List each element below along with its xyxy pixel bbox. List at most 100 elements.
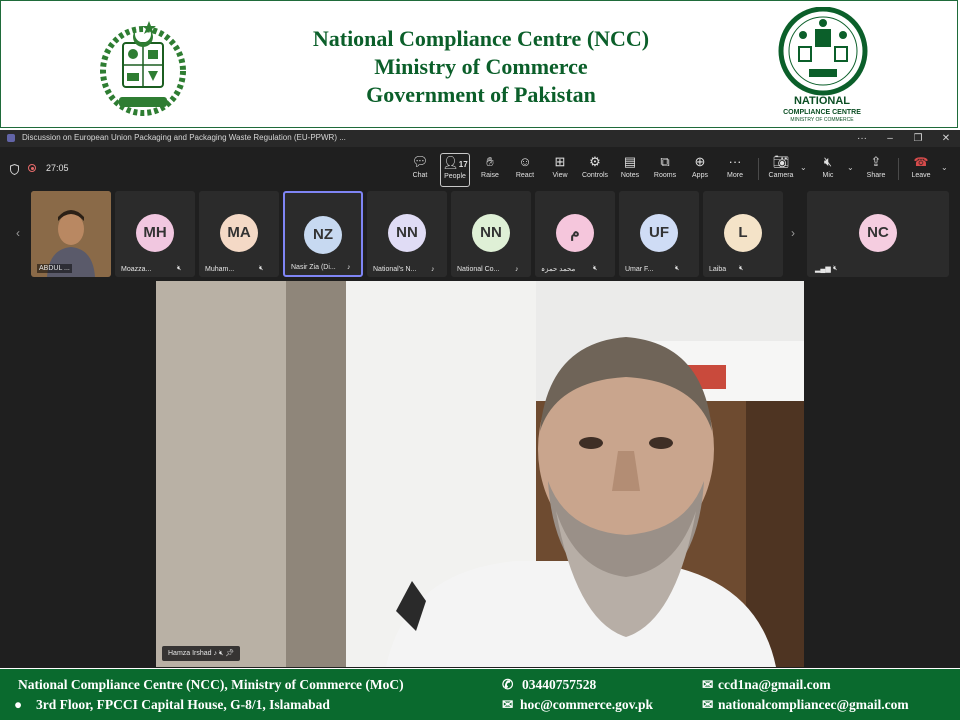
ncc-logo-ministry: MINISTRY OF COMMERCE: [790, 117, 854, 123]
main-speaker-video: Hamza Irshad ♪ 🔇︎ 📌︎: [156, 281, 804, 667]
camera-options-chevron-icon[interactable]: ⌄: [800, 163, 807, 172]
restore-button[interactable]: ❐: [904, 131, 932, 146]
ncc-logo-subtitle: COMPLIANCE CENTRE: [783, 109, 861, 116]
leave-button[interactable]: ☎︎ Leave: [903, 153, 939, 187]
more-button[interactable]: ··· More: [720, 153, 750, 187]
more-label: More: [727, 172, 743, 179]
mic-off-icon: 🔇︎: [593, 265, 598, 272]
participant-name: ABDUL ...: [37, 264, 72, 273]
mic-off-icon: 🔇︎: [739, 265, 744, 272]
mic-off-icon: 🔇︎: [833, 265, 838, 272]
mic-off-icon: 🔇︎: [675, 265, 680, 272]
close-button[interactable]: ✕: [932, 131, 960, 146]
signal-bars-icon: ▂▄▆: [815, 266, 831, 273]
people-button[interactable]: 👤︎17 People: [440, 153, 470, 187]
camera-button[interactable]: 📷︎ Camera: [766, 153, 796, 187]
participant-tile[interactable]: NN National Co... ♪: [451, 191, 531, 277]
teams-meeting-window: Discussion on European Union Packaging a…: [0, 130, 960, 668]
rooms-label: Rooms: [653, 172, 677, 179]
pin-icon[interactable]: 📌︎: [225, 650, 234, 657]
chat-button[interactable]: 💬︎ Chat: [405, 153, 435, 187]
plus-icon: ⊕: [694, 154, 706, 169]
participant-name: Moazza...: [121, 266, 152, 273]
notes-button[interactable]: ▤ Notes: [615, 153, 645, 187]
header-title: National Compliance Centre (NCC) Ministr…: [241, 25, 721, 109]
controls-button[interactable]: ⚙︎ Controls: [580, 153, 610, 187]
self-view-tile[interactable]: NC ▂▄▆ 🔇︎: [807, 191, 949, 277]
participant-tile[interactable]: م محمد حمزہ 🔇︎: [535, 191, 615, 277]
participant-tile[interactable]: MA Muham... 🔇︎: [199, 191, 279, 277]
strip-next-chevron-icon[interactable]: ›: [785, 190, 801, 276]
participant-tile[interactable]: ABDUL ...: [31, 191, 111, 277]
minimize-button[interactable]: –: [876, 131, 904, 146]
grid-icon: ⊞: [554, 154, 566, 169]
apps-label: Apps: [692, 172, 708, 179]
shield-icon[interactable]: [10, 164, 19, 175]
avatar: NN: [388, 214, 426, 252]
avatar: L: [724, 214, 762, 252]
envelope-icon: ✉: [702, 697, 714, 712]
participant-tile[interactable]: L Laiba 🔇︎: [703, 191, 783, 277]
controls-icon: ⚙︎: [589, 154, 601, 169]
rooms-button[interactable]: ⧉ Rooms: [650, 153, 680, 187]
leave-options-chevron-icon[interactable]: ⌄: [941, 163, 948, 172]
footer-email-ccd1na: ccd1na@gmail.com: [718, 677, 831, 692]
ncc-logo-icon: [778, 7, 868, 96]
participant-tile[interactable]: MH Moazza... 🔇︎: [115, 191, 195, 277]
participant-name: Nasir Zia (Di...: [291, 264, 336, 271]
avatar: UF: [640, 214, 678, 252]
people-label: People: [444, 173, 466, 180]
footer-email-ncc: nationalcompliancec@gmail.com: [718, 697, 909, 712]
location-pin-icon: ●: [14, 697, 23, 712]
audio-icon: ♪: [347, 264, 351, 271]
avatar: م: [556, 214, 594, 252]
audio-icon: ♪: [431, 266, 435, 273]
mic-options-chevron-icon[interactable]: ⌄: [847, 163, 854, 172]
avatar: MA: [220, 214, 258, 252]
header-title-line3: Government of Pakistan: [366, 82, 596, 107]
participant-tile[interactable]: NZ Nasir Zia (Di... ♪: [283, 191, 363, 277]
footer-org: National Compliance Centre (NCC), Minist…: [18, 677, 404, 692]
envelope-icon: ✉: [502, 697, 514, 712]
whatsapp-icon: ✆: [502, 677, 514, 692]
share-button[interactable]: ⇪ Share: [861, 153, 891, 187]
footer-address: 3rd Floor, FPCCI Capital House, G-8/1, I…: [36, 697, 330, 712]
people-icon: 👤︎17: [442, 155, 468, 170]
mic-label: Mic: [822, 172, 834, 179]
participant-tile[interactable]: UF Umar F... 🔇︎: [619, 191, 699, 277]
avatar: NN: [472, 214, 510, 252]
mic-button[interactable]: 🔇︎ Mic: [813, 153, 843, 187]
raise-hand-button[interactable]: ✋︎ Raise: [475, 153, 505, 187]
share-icon: ⇪: [870, 154, 882, 169]
participant-name: محمد حمزہ: [541, 266, 576, 273]
more-options-icon[interactable]: ···: [848, 131, 876, 146]
header-banner: National Compliance Centre (NCC) Ministr…: [0, 0, 958, 128]
raise-label: Raise: [481, 172, 499, 179]
footer-email-hoc: hoc@commerce.gov.pk: [520, 697, 654, 712]
toolbar-divider: [758, 158, 759, 180]
controls-label: Controls: [581, 172, 609, 179]
strip-prev-chevron-icon[interactable]: ‹: [10, 190, 26, 276]
title-bar: Discussion on European Union Packaging a…: [0, 130, 960, 147]
ncc-logo-name: NATIONAL: [793, 95, 850, 107]
people-count: 17: [458, 160, 468, 169]
speaker-video-frame: [156, 281, 804, 667]
meeting-timer: 27:05: [46, 163, 69, 173]
notes-label: Notes: [620, 172, 640, 179]
mic-off-icon: 🔇︎: [259, 265, 264, 272]
speaker-name-label: Hamza Irshad ♪ 🔇︎ 📌︎: [162, 646, 241, 661]
chat-label: Chat: [412, 172, 428, 179]
pakistan-emblem-icon: [100, 21, 186, 116]
view-button[interactable]: ⊞ View: [545, 153, 575, 187]
react-button[interactable]: ☺ React: [510, 153, 540, 187]
hand-icon: ✋︎: [486, 154, 494, 169]
smiley-icon: ☺: [518, 154, 532, 169]
recording-icon: [28, 164, 36, 172]
camera-label: Camera: [768, 172, 794, 179]
mic-off-icon: 🔇︎: [177, 265, 182, 272]
footer-phone: 03440757528: [522, 677, 597, 692]
window-title: Discussion on European Union Packaging a…: [22, 133, 346, 142]
participant-tile[interactable]: NN National's N... ♪: [367, 191, 447, 277]
participant-name: Muham...: [205, 266, 235, 273]
apps-button[interactable]: ⊕ Apps: [685, 153, 715, 187]
